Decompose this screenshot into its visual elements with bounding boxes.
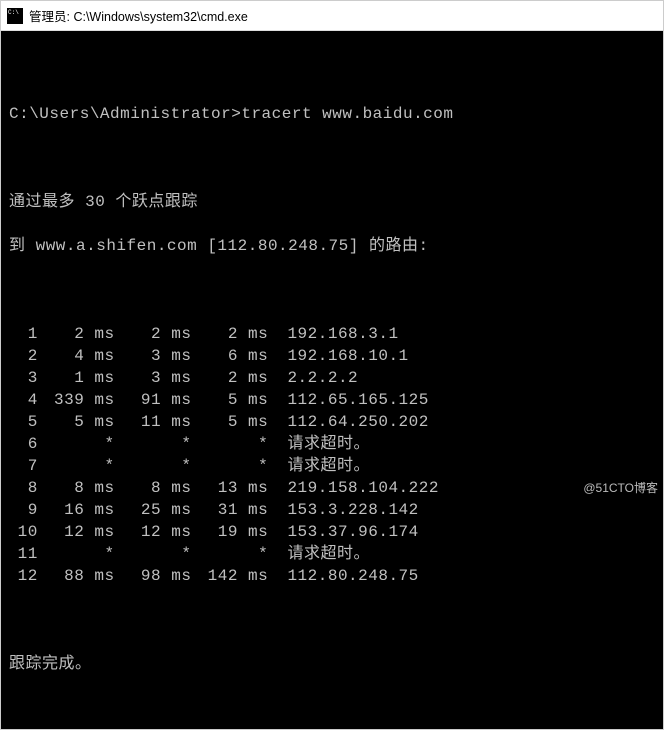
hop-time-1: * [38,455,115,477]
hop-time-2: * [115,543,192,565]
hop-time-3: 5 ms [191,411,268,433]
hop-time-2: 12 ms [115,521,192,543]
hop-time-3: 6 ms [191,345,268,367]
titlebar[interactable]: 管理员: C:\Windows\system32\cmd.exe [1,1,663,31]
hop-row: 7***请求超时。 [9,455,655,477]
hop-row: 4339 ms91 ms5 ms112.65.165.125 [9,389,655,411]
cmd-icon [7,8,23,24]
hop-time-1: * [38,433,115,455]
intro-line-2: 到 www.a.shifen.com [112.80.248.75] 的路由: [9,235,655,257]
hop-host: 153.37.96.174 [268,521,419,543]
blank-line [9,609,655,631]
hop-number: 3 [9,367,38,389]
hop-host: 192.168.10.1 [268,345,408,367]
hop-time-3: 13 ms [191,477,268,499]
hop-row: 88 ms8 ms13 ms219.158.104.222 [9,477,655,499]
hop-number: 4 [9,389,38,411]
hop-time-3: 2 ms [191,367,268,389]
hop-number: 8 [9,477,38,499]
hop-time-3: 142 ms [191,565,268,587]
hop-row: 11***请求超时。 [9,543,655,565]
hop-time-3: * [191,433,268,455]
hop-time-3: 2 ms [191,323,268,345]
hop-time-2: 98 ms [115,565,192,587]
hop-host: 192.168.3.1 [268,323,398,345]
hop-time-2: 11 ms [115,411,192,433]
hop-number: 9 [9,499,38,521]
hop-time-2: 8 ms [115,477,192,499]
hop-number: 1 [9,323,38,345]
hop-time-1: 2 ms [38,323,115,345]
prompt: C:\Users\Administrator> [9,105,241,123]
hop-time-2: 91 ms [115,389,192,411]
hop-host: 112.64.250.202 [268,411,429,433]
hop-number: 7 [9,455,38,477]
done-line: 跟踪完成。 [9,653,655,675]
hop-time-2: 25 ms [115,499,192,521]
hop-row: 916 ms25 ms31 ms153.3.228.142 [9,499,655,521]
hop-time-1: 88 ms [38,565,115,587]
hop-time-1: * [38,543,115,565]
hop-number: 5 [9,411,38,433]
hop-time-2: 3 ms [115,367,192,389]
title-text: 管理员: C:\Windows\system32\cmd.exe [29,6,248,25]
hop-time-3: * [191,543,268,565]
hop-row: 31 ms3 ms2 ms2.2.2.2 [9,367,655,389]
hop-time-1: 8 ms [38,477,115,499]
hop-number: 10 [9,521,38,543]
blank-line [9,59,655,81]
hop-row: 6***请求超时。 [9,433,655,455]
hop-host: 112.65.165.125 [268,389,429,411]
hop-time-1: 339 ms [38,389,115,411]
hop-list: 12 ms2 ms2 ms192.168.3.124 ms3 ms6 ms192… [9,323,655,587]
hop-time-3: 5 ms [191,389,268,411]
hop-number: 2 [9,345,38,367]
hop-time-1: 12 ms [38,521,115,543]
hop-host: 请求超时。 [268,543,370,565]
console-output[interactable]: C:\Users\Administrator>tracert www.baidu… [1,31,663,729]
hop-time-3: 31 ms [191,499,268,521]
hop-row: 1012 ms12 ms19 ms153.37.96.174 [9,521,655,543]
hop-host: 请求超时。 [268,433,370,455]
hop-time-2: * [115,433,192,455]
hop-host: 219.158.104.222 [268,477,439,499]
hop-host: 2.2.2.2 [268,367,358,389]
hop-time-1: 5 ms [38,411,115,433]
hop-time-2: * [115,455,192,477]
hop-row: 24 ms3 ms6 ms192.168.10.1 [9,345,655,367]
intro-line-1: 通过最多 30 个跃点跟踪 [9,191,655,213]
hop-time-1: 4 ms [38,345,115,367]
hop-host: 153.3.228.142 [268,499,419,521]
watermark: @51CTO博客 [583,479,658,496]
hop-row: 55 ms11 ms5 ms112.64.250.202 [9,411,655,433]
hop-number: 12 [9,565,38,587]
hop-row: 12 ms2 ms2 ms192.168.3.1 [9,323,655,345]
cmd-window: 管理员: C:\Windows\system32\cmd.exe C:\User… [0,0,664,730]
hop-row: 1288 ms98 ms142 ms112.80.248.75 [9,565,655,587]
hop-time-3: * [191,455,268,477]
hop-time-1: 1 ms [38,367,115,389]
hop-number: 6 [9,433,38,455]
hop-time-2: 3 ms [115,345,192,367]
prompt-line: C:\Users\Administrator>tracert www.baidu… [9,103,655,125]
hop-time-1: 16 ms [38,499,115,521]
hop-time-2: 2 ms [115,323,192,345]
blank-line [9,279,655,301]
command: tracert www.baidu.com [241,105,453,123]
hop-number: 11 [9,543,38,565]
hop-host: 112.80.248.75 [268,565,419,587]
hop-host: 请求超时。 [268,455,370,477]
blank-line [9,147,655,169]
hop-time-3: 19 ms [191,521,268,543]
